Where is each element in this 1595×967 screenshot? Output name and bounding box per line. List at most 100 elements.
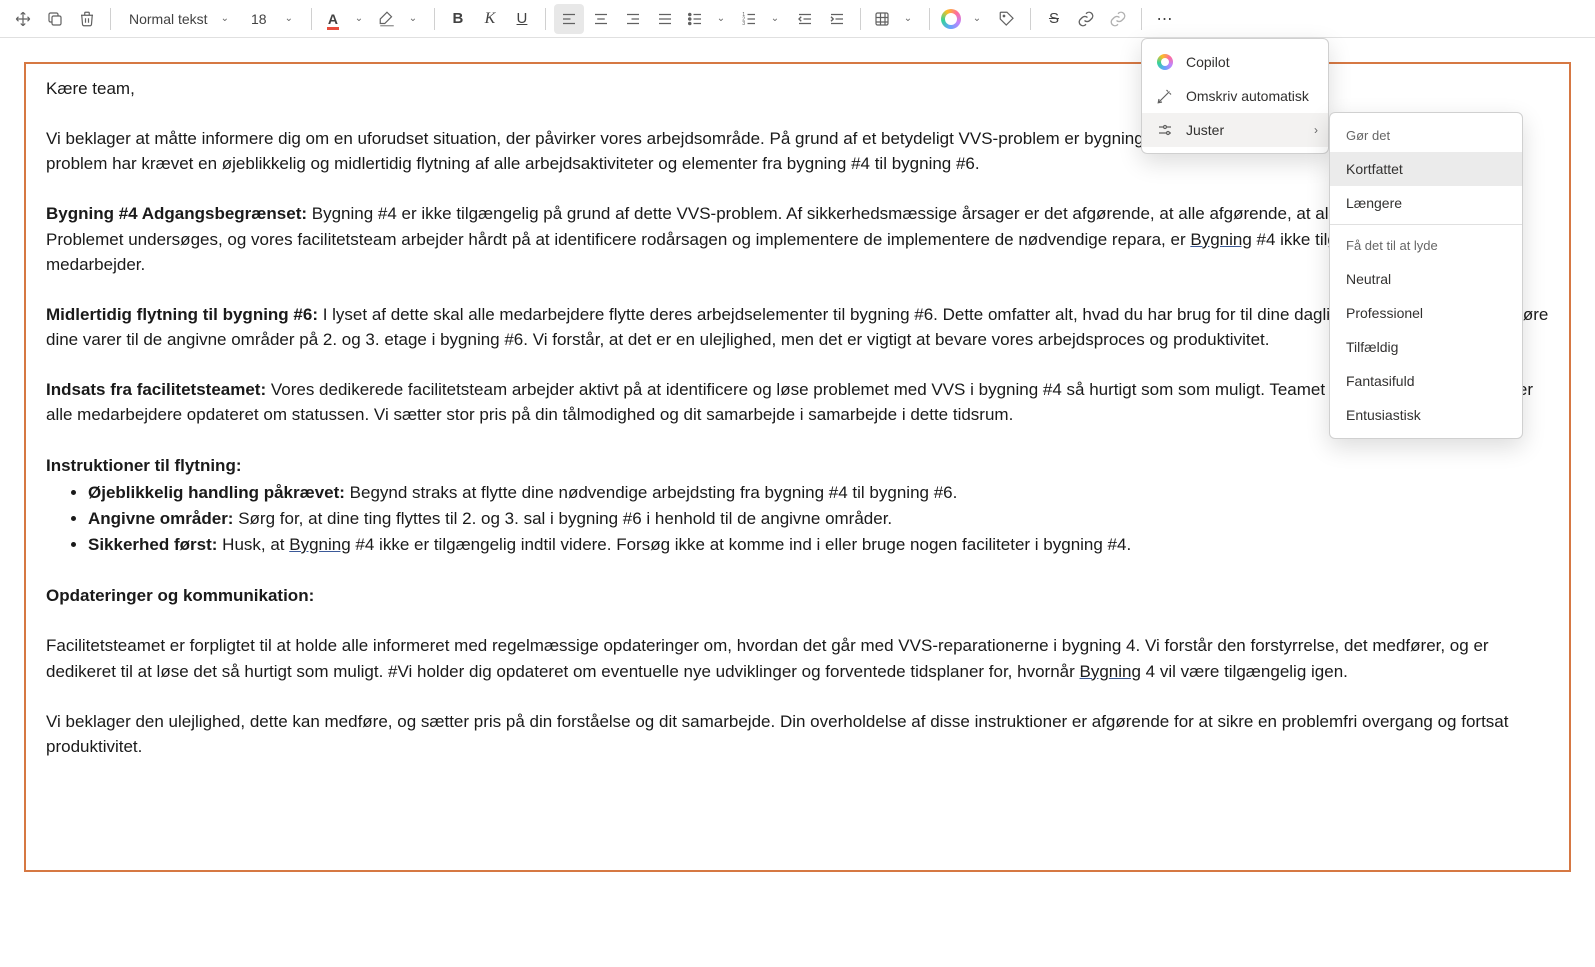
section-4-title: Instruktioner til flytning: (46, 456, 242, 475)
numbered-list-icon: 123 (740, 10, 758, 28)
separator (110, 8, 111, 30)
copy-icon (46, 10, 64, 28)
strikethrough-button[interactable]: S (1039, 4, 1069, 34)
section-2-title: Midlertidig flytning til bygning #6: (46, 305, 318, 324)
section-2: Midlertidig flytning til bygning #6: I l… (46, 302, 1549, 352)
unlink-button[interactable] (1103, 4, 1133, 34)
unlink-icon (1109, 10, 1127, 28)
menu-item-adjust[interactable]: Juster › (1142, 113, 1328, 147)
submenu-item-concise[interactable]: Kortfattet (1330, 152, 1522, 186)
submenu-item-professional[interactable]: Professionel (1330, 296, 1522, 330)
numbered-list-button[interactable]: 123 (736, 4, 762, 34)
bold-button[interactable]: B (443, 4, 473, 34)
bullet-list-dropdown[interactable]: ⌄ (708, 4, 734, 34)
list-item: Sikkerhed først: Husk, at Bygning #4 ikk… (88, 532, 1549, 557)
move-button[interactable] (8, 4, 38, 34)
menu-item-rewrite[interactable]: Omskriv automatisk (1142, 79, 1328, 113)
submenu-header: Gør det (1330, 119, 1522, 152)
list-item: Øjeblikkelig handling påkrævet: Begynd s… (88, 480, 1549, 505)
numbered-list-dropdown[interactable]: ⌄ (762, 4, 788, 34)
font-size-select[interactable]: 18 ⌄ (241, 4, 303, 34)
paragraph-style-select[interactable]: Normal tekst ⌄ (119, 4, 239, 34)
menu-label: Juster (1186, 122, 1224, 138)
align-right-icon (624, 10, 642, 28)
chevron-down-icon: ⌄ (285, 13, 293, 24)
separator (1141, 8, 1142, 30)
table-dropdown[interactable]: ⌄ (895, 4, 921, 34)
submenu-item-longer[interactable]: Længere (1330, 186, 1522, 220)
italic-icon: K (485, 10, 496, 28)
bold-icon: B (453, 10, 464, 27)
sliders-icon (1156, 121, 1174, 139)
delete-button[interactable] (72, 4, 102, 34)
align-left-icon (560, 10, 578, 28)
copy-button[interactable] (40, 4, 70, 34)
decrease-indent-icon (796, 10, 814, 28)
more-options-button[interactable]: ⋯ (1150, 4, 1180, 34)
menu-item-copilot[interactable]: Copilot (1142, 45, 1328, 79)
section-5-title: Opdateringer og kommunikation: (46, 586, 314, 605)
bullet-list-button[interactable] (682, 4, 708, 34)
underline-icon: U (517, 10, 528, 27)
menu-label: Omskriv automatisk (1186, 88, 1309, 104)
submenu-item-enthusiastic[interactable]: Entusiastisk (1330, 398, 1522, 432)
highlight-icon (378, 10, 396, 28)
separator (929, 8, 930, 30)
align-left-button[interactable] (554, 4, 584, 34)
highlight-dropdown[interactable]: ⌄ (400, 4, 426, 34)
align-center-button[interactable] (586, 4, 616, 34)
align-justify-button[interactable] (650, 4, 680, 34)
closing-paragraph: Vi beklager den ulejlighed, dette kan me… (46, 709, 1549, 759)
tag-icon (998, 10, 1016, 28)
separator (1330, 224, 1522, 225)
submenu-header: Få det til at lyde (1330, 229, 1522, 262)
link-button[interactable] (1071, 4, 1101, 34)
bygning-link[interactable]: Bygning (289, 535, 350, 554)
style-label: Normal tekst (129, 11, 208, 27)
increase-indent-icon (828, 10, 846, 28)
adjust-submenu: Gør det Kortfattet Længere Få det til at… (1329, 112, 1523, 439)
bygning-link[interactable]: Bygning (1080, 662, 1141, 681)
italic-button[interactable]: K (475, 4, 505, 34)
separator (434, 8, 435, 30)
formatting-toolbar: Normal tekst ⌄ 18 ⌄ A ⌄ ⌄ B K U (0, 0, 1595, 38)
table-icon (873, 10, 891, 28)
chevron-down-icon: ⌄ (221, 13, 229, 24)
link-icon (1077, 10, 1095, 28)
submenu-item-random[interactable]: Tilfældig (1330, 330, 1522, 364)
trash-icon (78, 10, 96, 28)
align-justify-icon (656, 10, 674, 28)
section-1-title: Bygning #4 Adgangsbegrænset: (46, 204, 307, 223)
submenu-item-neutral[interactable]: Neutral (1330, 262, 1522, 296)
instructions-list: Øjeblikkelig handling påkrævet: Begynd s… (46, 480, 1549, 557)
menu-label: Copilot (1186, 54, 1230, 70)
tag-button[interactable] (992, 4, 1022, 34)
section-1: Bygning #4 Adgangsbegrænset: Bygning #4 … (46, 201, 1549, 276)
wand-icon (1156, 87, 1174, 105)
underline-button[interactable]: U (507, 4, 537, 34)
font-color-icon: A (328, 11, 338, 27)
copilot-icon (941, 9, 961, 29)
increase-indent-button[interactable] (822, 4, 852, 34)
copilot-button[interactable] (938, 4, 964, 34)
section-3-title: Indsats fra facilitetsteamet: (46, 380, 266, 399)
align-center-icon (592, 10, 610, 28)
separator (311, 8, 312, 30)
font-color-button[interactable]: A (320, 4, 346, 34)
move-icon (14, 10, 32, 28)
list-item: Angivne områder: Sørg for, at dine ting … (88, 506, 1549, 531)
more-icon: ⋯ (1156, 10, 1174, 28)
separator (1030, 8, 1031, 30)
decrease-indent-button[interactable] (790, 4, 820, 34)
section-3: Indsats fra facilitetsteamet: Vores dedi… (46, 377, 1549, 427)
align-right-button[interactable] (618, 4, 648, 34)
chevron-right-icon: › (1314, 123, 1318, 137)
bygning-link[interactable]: Bygning (1190, 230, 1251, 249)
table-button[interactable] (869, 4, 895, 34)
copilot-dropdown[interactable]: ⌄ (964, 4, 990, 34)
submenu-item-imaginative[interactable]: Fantasifuld (1330, 364, 1522, 398)
font-color-dropdown[interactable]: ⌄ (346, 4, 372, 34)
bullet-list-icon (686, 10, 704, 28)
svg-text:3: 3 (742, 21, 745, 27)
highlight-button[interactable] (374, 4, 400, 34)
